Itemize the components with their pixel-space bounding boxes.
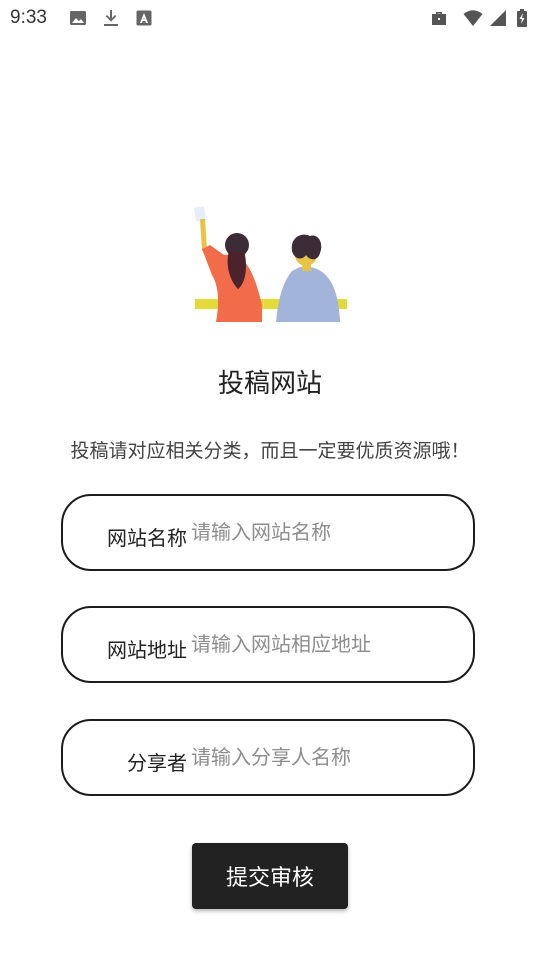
site-url-input[interactable] (191, 624, 451, 664)
sharer-input[interactable] (191, 737, 451, 777)
site-name-label: 网站名称 (107, 526, 187, 550)
wifi-icon (463, 10, 483, 26)
site-name-input[interactable] (191, 512, 451, 552)
download-icon (104, 10, 118, 26)
status-bar: 9:33 (0, 0, 540, 36)
page-description: 投稿请对应相关分类，而且一定要优质资源哦！ (70, 440, 470, 462)
page-title: 投稿网站 (217, 369, 322, 399)
status-time: 9:33 (10, 7, 47, 28)
site-url-field[interactable]: 网站地址 (61, 606, 475, 683)
signal-icon (490, 10, 506, 26)
site-url-label: 网站地址 (107, 638, 187, 662)
site-name-field[interactable]: 网站名称 (61, 494, 475, 571)
text-a-icon (136, 10, 152, 26)
image-icon (70, 11, 86, 25)
submit-review-button[interactable]: 提交审核 (192, 843, 348, 909)
sharer-field[interactable]: 分享者 (61, 719, 475, 796)
sharer-label: 分享者 (127, 751, 187, 775)
illustration-people (194, 206, 347, 322)
briefcase-icon (432, 12, 446, 25)
battery-charging-icon (517, 9, 527, 27)
